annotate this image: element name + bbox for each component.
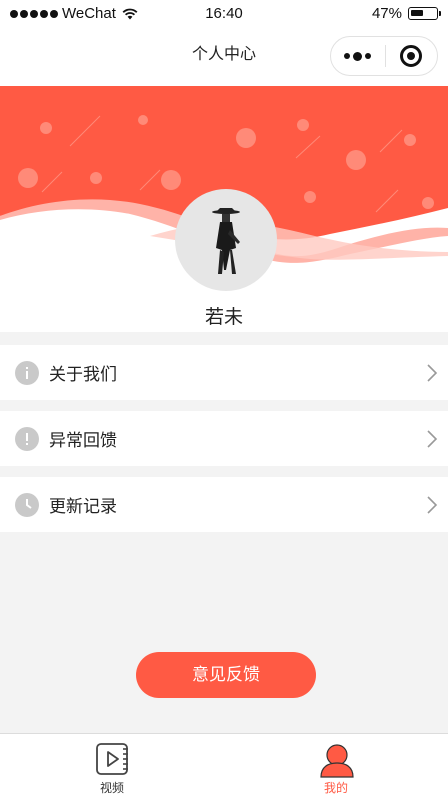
menu-item-exception-feedback[interactable]: 异常回馈 (0, 411, 448, 466)
mini-program-capsule (330, 36, 438, 76)
navigation-bar: 个人中心 (0, 28, 448, 86)
more-icon[interactable] (331, 36, 385, 76)
menu-item-label: 关于我们 (49, 365, 117, 384)
info-icon (15, 360, 39, 385)
status-bar: WeChat 16:40 47% (0, 0, 448, 28)
user-icon (320, 744, 354, 778)
battery-percent: 47% (371, 5, 402, 22)
menu-item-update-log[interactable]: 更新记录 (0, 477, 448, 532)
chevron-right-icon (427, 364, 438, 382)
battery-icon (408, 7, 441, 20)
close-mini-program-button[interactable] (385, 36, 437, 76)
tab-label: 视频 (99, 781, 124, 795)
avatar-figure-icon (212, 208, 240, 274)
exclamation-icon (15, 426, 39, 451)
chevron-right-icon (427, 496, 438, 514)
video-icon (96, 743, 128, 775)
clock-icon (15, 492, 39, 517)
tab-video[interactable]: 视频 (0, 734, 224, 796)
tab-label: 我的 (323, 781, 348, 795)
menu-item-label: 异常回馈 (49, 431, 117, 450)
target-icon (400, 45, 423, 67)
chevron-right-icon (427, 430, 438, 448)
tab-bar: 视频 我的 (0, 733, 448, 796)
tab-mine[interactable]: 我的 (224, 734, 448, 796)
menu-item-label: 更新记录 (49, 497, 117, 516)
username: 若未 (204, 307, 243, 328)
avatar[interactable] (175, 189, 277, 291)
feedback-button[interactable]: 意见反馈 (136, 652, 316, 698)
menu-item-about[interactable]: 关于我们 (0, 345, 448, 400)
status-bar-right: 47% (371, 5, 441, 22)
profile-header: 若未 (0, 86, 448, 332)
